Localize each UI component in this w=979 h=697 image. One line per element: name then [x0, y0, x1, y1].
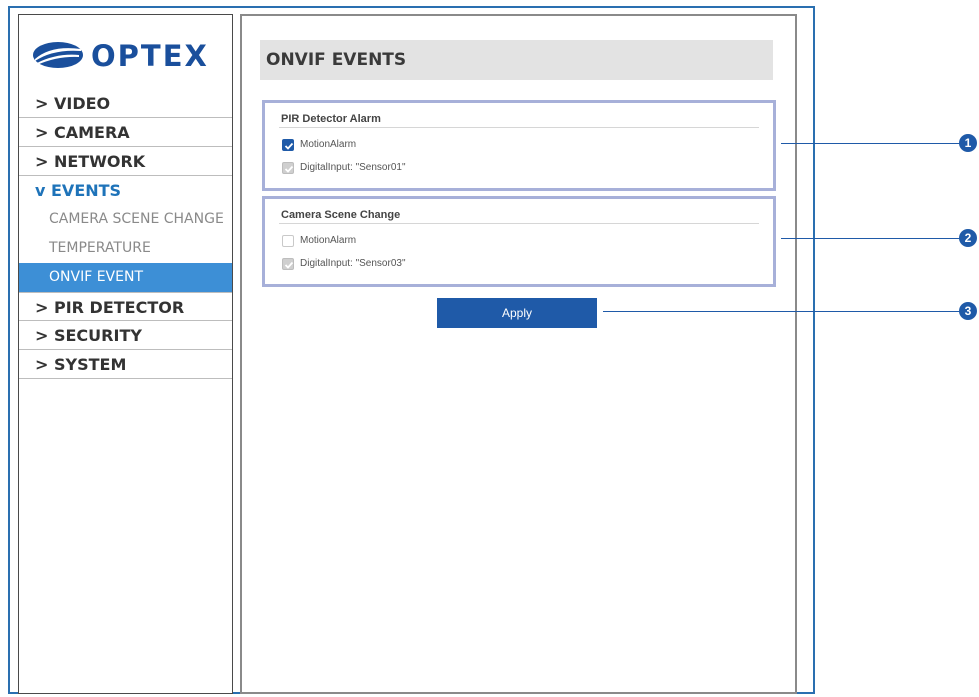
pir-detector-alarm-group: PIR Detector Alarm MotionAlarm DigitalIn…	[262, 100, 776, 191]
digital-input-checkbox[interactable]	[282, 162, 294, 174]
page-title-bar: ONVIF EVENTS	[260, 40, 773, 80]
callout-line-2	[781, 238, 961, 239]
sidebar-item-security[interactable]: > SECURITY	[19, 321, 232, 350]
motion-alarm-checkbox[interactable]	[282, 235, 294, 247]
checkbox-label: MotionAlarm	[300, 235, 357, 246]
motion-alarm-checkbox[interactable]	[282, 139, 294, 151]
check-icon	[284, 261, 294, 269]
group-title: Camera Scene Change	[281, 209, 401, 221]
sidebar-item-pir-detector[interactable]: > PIR DETECTOR	[19, 292, 232, 321]
sidebar-item-video[interactable]: > VIDEO	[19, 89, 232, 118]
page-title: ONVIF EVENTS	[266, 50, 407, 70]
sidebar-item-events[interactable]: v EVENTS	[19, 176, 232, 205]
main-content: ONVIF EVENTS PIR Detector Alarm MotionAl…	[240, 14, 797, 694]
sidebar-menu: > VIDEO > CAMERA > NETWORK v EVENTS CAME…	[19, 89, 232, 379]
sidebar-subitem-camera-scene-change[interactable]: CAMERA SCENE CHANGE	[19, 205, 232, 234]
optex-logo: OPTEX	[31, 37, 221, 73]
camera-scene-change-group: Camera Scene Change MotionAlarm DigitalI…	[262, 196, 776, 287]
check-icon	[284, 142, 294, 150]
callout-marker-2: 2	[959, 229, 977, 247]
checkbox-label: DigitalInput: "Sensor03"	[300, 258, 406, 269]
sidebar-subitem-onvif-event[interactable]: ONVIF EVENT	[19, 263, 232, 292]
group-divider	[279, 127, 759, 128]
callout-line-3	[603, 311, 961, 312]
group-title: PIR Detector Alarm	[281, 113, 381, 125]
sidebar-item-camera[interactable]: > CAMERA	[19, 118, 232, 147]
sidebar-subitem-temperature[interactable]: TEMPERATURE	[19, 234, 232, 263]
checkbox-label: DigitalInput: "Sensor01"	[300, 162, 406, 173]
digital-input-checkbox[interactable]	[282, 258, 294, 270]
group-divider	[279, 223, 759, 224]
callout-marker-1: 1	[959, 134, 977, 152]
callout-line-1	[781, 143, 961, 144]
optex-logo-icon	[33, 42, 83, 68]
sidebar: OPTEX > VIDEO > CAMERA > NETWORK v EVENT…	[18, 14, 233, 694]
sidebar-item-network[interactable]: > NETWORK	[19, 147, 232, 176]
apply-button[interactable]: Apply	[437, 298, 597, 328]
callout-marker-3: 3	[959, 302, 977, 320]
logo-text: OPTEX	[91, 39, 209, 73]
sidebar-item-system[interactable]: > SYSTEM	[19, 350, 232, 379]
check-icon	[284, 165, 294, 173]
checkbox-label: MotionAlarm	[300, 139, 357, 150]
